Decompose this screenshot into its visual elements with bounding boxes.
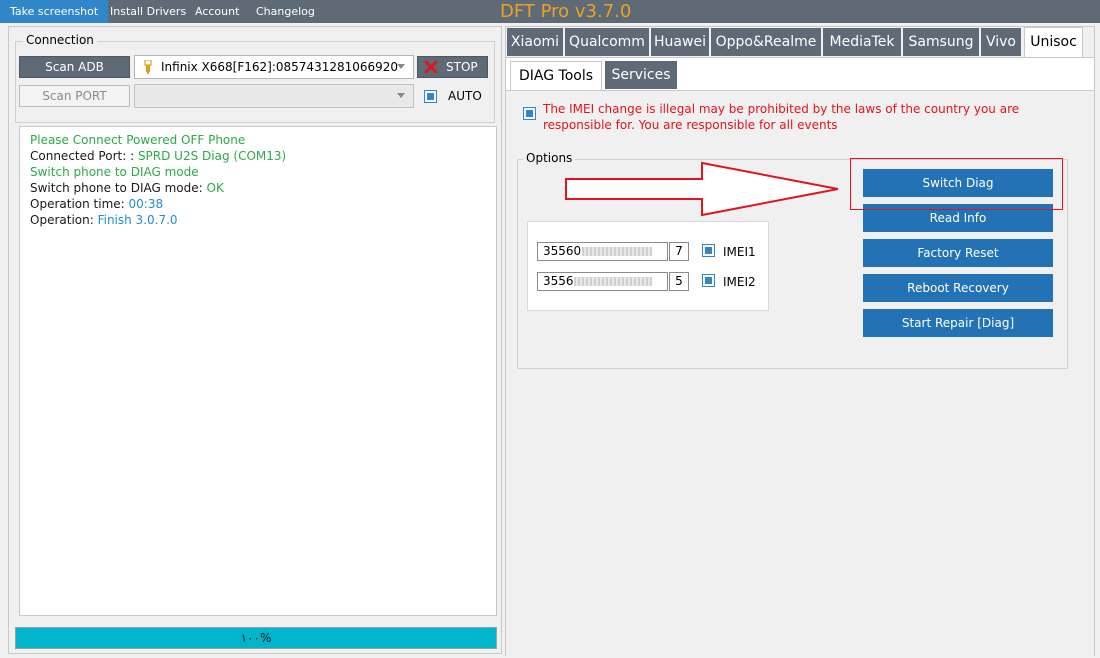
start-repair-diag-button[interactable]: Start Repair [Diag] (863, 309, 1053, 337)
tab-unisoc[interactable]: Unisoc (1024, 27, 1083, 58)
log-line: Operation: Finish 3.0.7.0 (30, 212, 496, 228)
connection-legend: Connection (23, 33, 97, 47)
menu-install-drivers[interactable]: Install Drivers (100, 0, 196, 23)
imei1-label: IMEI1 (723, 245, 756, 259)
imei2-input[interactable]: 3556 (537, 272, 668, 291)
log-text: Operation time: (30, 197, 129, 211)
log-line: Switch phone to DIAG mode (30, 164, 496, 180)
menu-take-screenshot[interactable]: Take screenshot (0, 0, 109, 23)
unisoc-tab-content: DIAG Tools Services The IMEI change is i… (506, 57, 1094, 656)
imei2-label: IMEI2 (723, 275, 756, 289)
top-menu-bar: Take screenshot Install Drivers Account … (0, 0, 1100, 23)
log-text: Finish 3.0.7.0 (97, 213, 178, 227)
log-line: Switch phone to DIAG mode: OK (30, 180, 496, 196)
subtab-diag-tools[interactable]: DIAG Tools (510, 61, 602, 91)
progress-label: ١٠٠% (240, 631, 272, 645)
log-text: Switch phone to DIAG mode (30, 165, 199, 179)
device-select[interactable]: Infinix X668[F162]:0857431281066920 (134, 55, 414, 79)
reboot-recovery-button[interactable]: Reboot Recovery (863, 274, 1053, 302)
tab-qualcomm[interactable]: Qualcomm (565, 28, 649, 56)
menu-changelog[interactable]: Changelog (246, 0, 325, 23)
scan-adb-button[interactable]: Scan ADB (19, 56, 130, 78)
log-text: 00:38 (128, 197, 164, 211)
imei-warning-text: The IMEI change is illegal may be prohib… (543, 102, 1020, 132)
tab-oppo-realme[interactable]: Oppo&Realme (711, 28, 821, 56)
imei1-input[interactable]: 35560 (537, 242, 668, 261)
auto-label: AUTO (448, 89, 482, 103)
tab-huawei[interactable]: Huawei (651, 28, 709, 56)
close-icon (424, 60, 438, 74)
scan-port-button[interactable]: Scan PORT (19, 85, 130, 107)
log-output: Please Connect Powered OFF Phone Connecte… (19, 126, 497, 616)
connection-group (15, 41, 495, 123)
imei2-checkbox[interactable] (702, 274, 715, 287)
log-text: OK (206, 181, 224, 195)
diag-tools-content: The IMEI change is illegal may be prohib… (506, 90, 1094, 656)
imei-box: 35560 7 IMEI1 3556 5 IMEI2 (527, 221, 769, 311)
app-title: DFT Pro v3.7.0 (500, 1, 632, 22)
tab-mediatek[interactable]: MediaTek (823, 28, 901, 56)
imei1-redacted (582, 247, 652, 256)
log-text: Operation: (30, 213, 98, 227)
device-select-value: Infinix X668[F162]:0857431281066920 (161, 60, 399, 74)
log-text: Switch phone to DIAG mode: (30, 181, 207, 195)
imei2-check-digit[interactable]: 5 (669, 272, 689, 291)
imei1-checkbox[interactable] (702, 244, 715, 257)
tab-samsung[interactable]: Samsung (903, 28, 979, 56)
progress-bar: ١٠٠% (15, 627, 497, 649)
usb-icon (144, 60, 152, 74)
log-text: Please Connect Powered OFF Phone (30, 133, 246, 147)
port-select[interactable] (134, 84, 414, 108)
warning-checkbox[interactable] (523, 107, 536, 120)
imei2-redacted (574, 277, 652, 286)
menu-account[interactable]: Account (185, 0, 249, 23)
log-text: Connected Port: : (30, 149, 138, 163)
left-panel: Connection Scan ADB Infinix X668[F162]:0… (8, 26, 502, 654)
stop-button[interactable]: STOP (417, 56, 488, 78)
log-text: SPRD U2S Diag (COM13) (137, 149, 287, 163)
tab-vivo[interactable]: Vivo (981, 28, 1021, 56)
right-panel: Xiaomi Qualcomm Huawei Oppo&Realme Media… (505, 26, 1095, 656)
highlight-box (850, 158, 1063, 210)
log-line: Operation time: 00:38 (30, 196, 496, 212)
imei1-prefix: 35560 (543, 244, 582, 258)
subtab-services[interactable]: Services (605, 61, 677, 89)
chevron-down-icon (397, 93, 405, 98)
tab-xiaomi[interactable]: Xiaomi (507, 28, 563, 56)
stop-label: STOP (446, 60, 478, 74)
log-line: Please Connect Powered OFF Phone (30, 132, 496, 148)
chevron-down-icon (397, 64, 405, 69)
auto-checkbox[interactable] (424, 90, 437, 103)
pointer-arrow-icon (565, 161, 839, 217)
log-line: Connected Port: : SPRD U2S Diag (COM13) (30, 148, 496, 164)
imei2-prefix: 3556 (543, 274, 574, 288)
factory-reset-button[interactable]: Factory Reset (863, 239, 1053, 267)
imei1-check-digit[interactable]: 7 (669, 242, 689, 261)
